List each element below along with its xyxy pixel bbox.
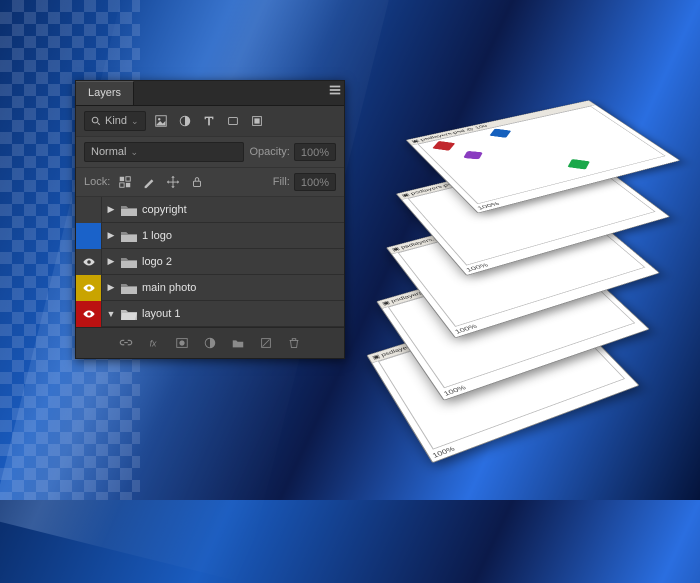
adjustment-layer-icon[interactable] (201, 334, 219, 352)
layer-name: copyright (142, 204, 187, 216)
layer-row[interactable]: ▶ logo 2 (76, 249, 344, 275)
disclosure-triangle-icon[interactable]: ▶ (102, 230, 116, 241)
link-layers-icon[interactable] (117, 334, 135, 352)
delete-layer-icon[interactable] (285, 334, 303, 352)
disclosure-triangle-icon[interactable]: ▼ (102, 309, 116, 319)
tab-layers[interactable]: Layers (76, 81, 134, 105)
layer-name: logo 2 (142, 256, 172, 268)
opacity-value[interactable]: 100% (294, 143, 336, 161)
layer-name: main photo (142, 282, 196, 294)
filter-kind-select[interactable]: Kind ⌄ (84, 111, 146, 131)
visibility-toggle[interactable] (76, 301, 102, 327)
visibility-toggle[interactable] (76, 197, 102, 223)
fill-value[interactable]: 100% (294, 173, 336, 191)
lock-position-icon[interactable] (164, 173, 182, 191)
chevron-updown-icon: ⌄ (131, 116, 139, 127)
filter-pixel-icon[interactable] (152, 112, 170, 130)
lock-label: Lock: (84, 176, 110, 188)
lock-row: Lock: Fill: 100% (76, 168, 344, 197)
blend-mode-value: Normal (91, 146, 126, 158)
layer-name: layout 1 (142, 308, 181, 320)
blend-row: Normal ⌄ Opacity: 100% (76, 137, 344, 168)
layer-style-icon[interactable]: fx (145, 334, 163, 352)
panel-tabbar: Layers (76, 81, 344, 106)
search-icon (91, 116, 101, 126)
filter-type-icon[interactable] (200, 112, 218, 130)
lock-all-icon[interactable] (188, 173, 206, 191)
lock-transparency-icon[interactable] (116, 173, 134, 191)
opacity-label: Opacity: (250, 146, 290, 158)
chevron-updown-icon: ⌄ (130, 147, 138, 158)
layer-mask-icon[interactable] (173, 334, 191, 352)
disclosure-triangle-icon[interactable]: ▶ (102, 204, 116, 215)
disclosure-triangle-icon[interactable]: ▶ (102, 282, 116, 293)
layers-panel: Layers Kind ⌄ Normal ⌄ Opacity: 100% Loc… (75, 80, 345, 359)
eye-icon (82, 307, 96, 321)
svg-text:fx: fx (150, 339, 157, 349)
filter-smart-icon[interactable] (248, 112, 266, 130)
eye-icon (82, 255, 96, 269)
lock-image-icon[interactable] (140, 173, 158, 191)
filter-adjust-icon[interactable] (176, 112, 194, 130)
layer-row[interactable]: ▶ copyright (76, 197, 344, 223)
visibility-toggle[interactable] (76, 275, 102, 301)
visibility-toggle[interactable] (76, 249, 102, 275)
filter-shape-icon[interactable] (224, 112, 242, 130)
filter-kind-label: Kind (105, 115, 127, 127)
layer-filter-row: Kind ⌄ (76, 106, 344, 137)
layer-row[interactable]: ▶ 1 logo (76, 223, 344, 249)
visibility-toggle[interactable] (76, 223, 102, 249)
eye-icon (82, 281, 96, 295)
layer-row[interactable]: ▶ main photo (76, 275, 344, 301)
layer-list: ▶ copyright ▶ 1 logo ▶ logo 2 ▶ main pho… (76, 197, 344, 327)
layer-name: 1 logo (142, 230, 172, 242)
doc-close-icon: ▣ (371, 353, 381, 360)
folder-icon (120, 229, 138, 243)
folder-icon (120, 203, 138, 217)
new-group-icon[interactable] (229, 334, 247, 352)
panel-menu-icon[interactable] (326, 81, 344, 99)
new-layer-icon[interactable] (257, 334, 275, 352)
folder-icon (120, 281, 138, 295)
fill-label: Fill: (273, 176, 290, 188)
blend-mode-select[interactable]: Normal ⌄ (84, 142, 244, 162)
fill-field: Fill: 100% (273, 173, 336, 191)
folder-open-icon (120, 307, 138, 321)
folder-icon (120, 255, 138, 269)
layer-stack-illustration: ▣psdlayers.psd @ 100 100% ▣psdlayers.psd… (370, 35, 670, 455)
disclosure-triangle-icon[interactable]: ▶ (102, 256, 116, 267)
panel-bottom-bar: fx (76, 327, 344, 358)
layer-row[interactable]: ▼ layout 1 (76, 301, 344, 327)
opacity-field: Opacity: 100% (250, 143, 337, 161)
